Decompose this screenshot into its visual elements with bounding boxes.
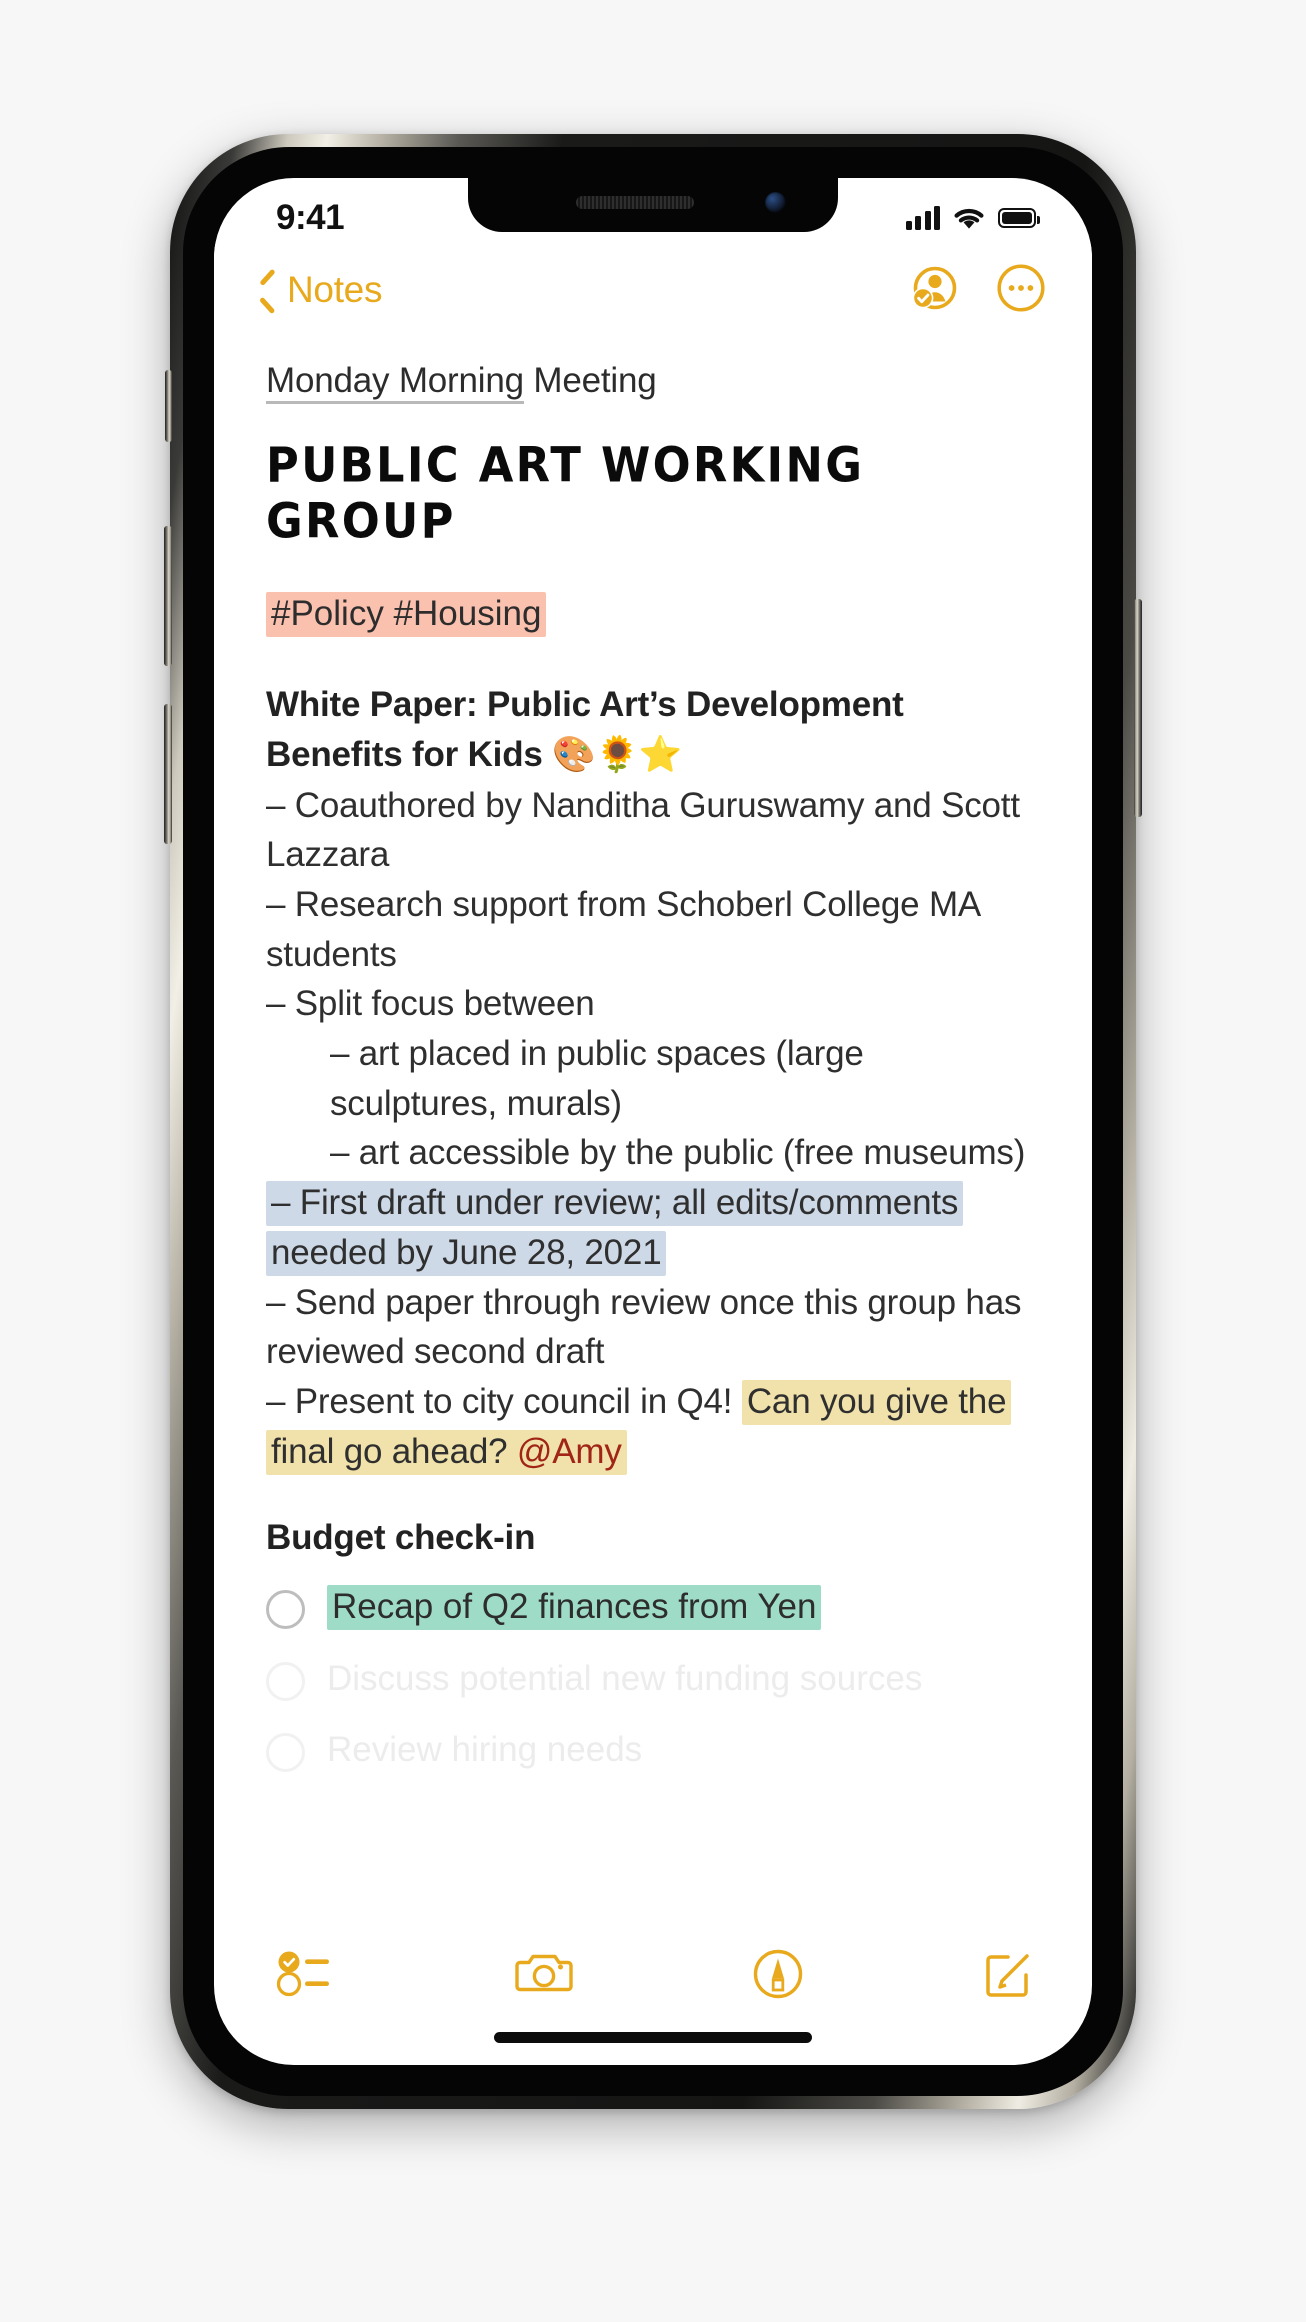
screenshot-stage: 9:41 Notes Monday Morning Meeting PUBLIC… xyxy=(0,0,1306,2322)
power-button[interactable] xyxy=(1134,599,1142,817)
marker-heading: PUBLIC ART WORKING GROUP xyxy=(266,438,865,550)
checklist-icon[interactable] xyxy=(276,1947,338,2002)
notch xyxy=(468,178,838,232)
markup-pen-icon[interactable] xyxy=(751,1947,805,2006)
phone-screen: 9:41 Notes Monday Morning Meeting PUBLIC… xyxy=(214,178,1092,2065)
bullet-item: – First draft under review; all edits/co… xyxy=(266,1178,1040,1277)
compose-icon[interactable] xyxy=(982,1947,1036,2006)
status-indicators xyxy=(905,206,1040,231)
todo-label: Review hiring needs xyxy=(327,1730,643,1770)
more-circle-icon[interactable] xyxy=(996,263,1046,318)
phone-device-frame: 9:41 Notes Monday Morning Meeting PUBLIC… xyxy=(164,134,1142,2109)
navigation-bar: Notes xyxy=(214,244,1092,336)
back-button-label: Notes xyxy=(287,269,383,310)
note-body[interactable]: Monday Morning Meeting PUBLIC ART WORKIN… xyxy=(214,336,1092,2065)
camera-icon[interactable] xyxy=(515,1947,574,2002)
todo-checkbox[interactable] xyxy=(266,1661,305,1701)
mention-amy[interactable]: @Amy xyxy=(517,1432,622,1471)
note-title-plain: Meeting xyxy=(523,361,657,400)
note-title: Monday Morning Meeting xyxy=(266,360,1040,404)
front-camera-icon xyxy=(765,192,786,213)
note-toolbar xyxy=(214,1929,1092,2065)
phone-bezel: 9:41 Notes Monday Morning Meeting PUBLIC… xyxy=(183,147,1123,2096)
home-indicator[interactable] xyxy=(494,2032,812,2043)
todo-label: Recap of Q2 finances from Yen xyxy=(327,1584,822,1631)
bullet-list: – Coauthored by Nanditha Guruswamy and S… xyxy=(266,781,1040,1377)
volume-down-button[interactable] xyxy=(164,704,172,844)
chevron-left-icon xyxy=(258,274,278,306)
silent-switch-button[interactable] xyxy=(165,370,172,442)
bullet-highlight[interactable]: – First draft under review; all edits/co… xyxy=(266,1181,964,1276)
back-to-notes-button[interactable]: Notes xyxy=(258,269,382,311)
bullet-item: – Send paper through review once this gr… xyxy=(266,1282,1022,1372)
heading-emoji: 🎨🌻⭐ xyxy=(552,734,683,775)
todo-row: Discuss potential new funding sources xyxy=(266,1656,1040,1702)
person-checkmark-icon[interactable] xyxy=(904,260,960,321)
note-title-underlined: Monday Morning xyxy=(266,361,524,404)
todo-row: Recap of Q2 finances from Yen xyxy=(266,1584,1040,1631)
todo-checkbox[interactable] xyxy=(266,1733,305,1773)
earpiece-speaker xyxy=(576,196,694,209)
status-clock: 9:41 xyxy=(276,198,345,237)
present-line: – Present to city council in Q4! Can you… xyxy=(266,1377,1040,1476)
tags-highlight[interactable]: #Policy #Housing xyxy=(266,592,547,637)
bullet-item: – Coauthored by Nanditha Guruswamy and S… xyxy=(266,785,1020,875)
present-line-plain: – Present to city council in Q4! xyxy=(266,1381,742,1421)
wifi-icon xyxy=(954,208,984,229)
todo-checkbox[interactable] xyxy=(266,1590,305,1630)
bullet-item: – Split focus between xyxy=(266,984,595,1024)
todo-list: Recap of Q2 finances from Yen Discuss pot… xyxy=(266,1584,1040,1773)
nav-actions xyxy=(904,260,1046,321)
battery-full-icon xyxy=(998,208,1040,228)
signal-bars-icon xyxy=(905,206,940,230)
tag-line: #Policy #Housing xyxy=(266,590,1040,638)
todo-highlight[interactable]: Recap of Q2 finances from Yen xyxy=(327,1585,822,1631)
bullet-item: – art placed in public spaces (large scu… xyxy=(330,1034,864,1123)
volume-up-button[interactable] xyxy=(164,526,172,666)
todo-row: Review hiring needs xyxy=(266,1727,1040,1773)
bullet-item: – Research support from Schoberl College… xyxy=(266,885,980,974)
white-paper-heading: White Paper: Public Art’s Development Be… xyxy=(266,680,1040,780)
bullet-item: – art accessible by the public (free mus… xyxy=(330,1133,1026,1173)
budget-heading: Budget check-in xyxy=(266,1518,536,1558)
todo-label: Discuss potential new funding sources xyxy=(327,1658,923,1698)
